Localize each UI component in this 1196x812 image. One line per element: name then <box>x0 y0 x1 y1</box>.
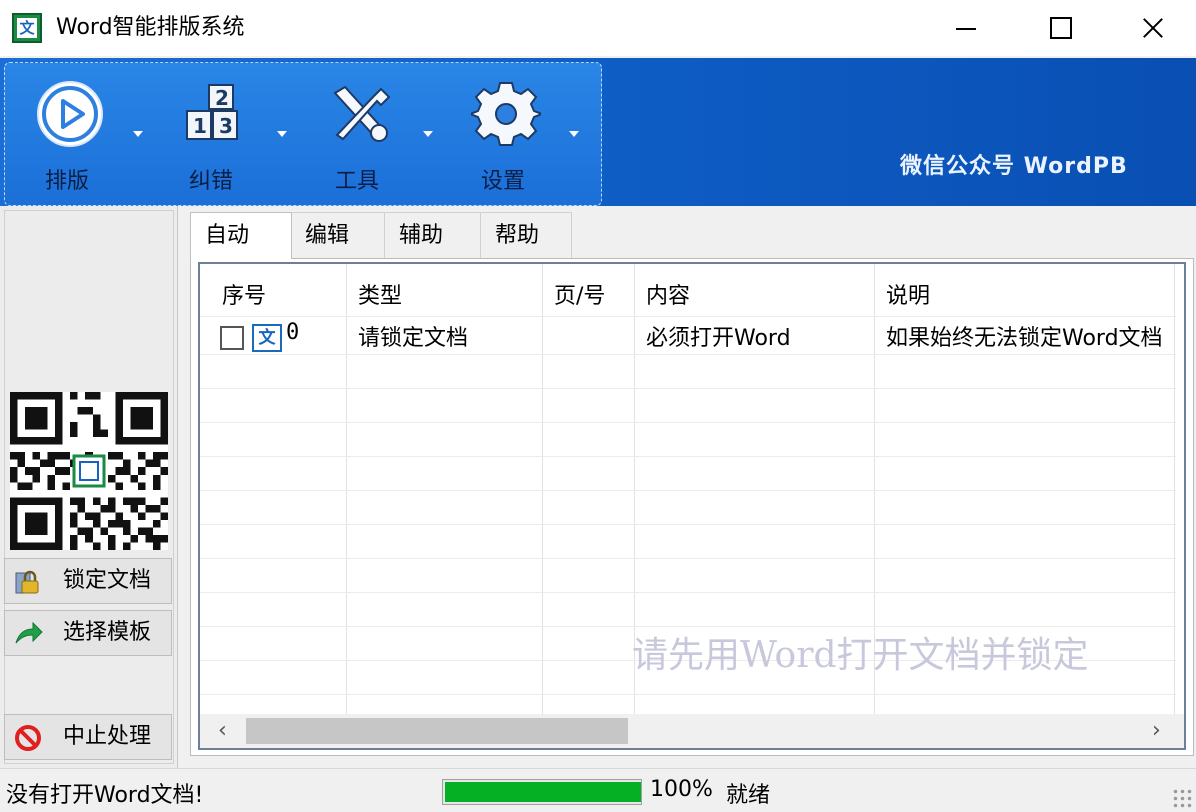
row-divider <box>200 354 1176 355</box>
stop-processing-button[interactable]: 中止处理 <box>4 714 172 760</box>
layout-button-label: 排版 <box>45 169 90 194</box>
settings-button-label: 设置 <box>481 169 526 194</box>
close-button[interactable] <box>1104 0 1196 56</box>
scroll-left-icon[interactable]: ‹ <box>218 720 227 742</box>
column-header-no[interactable]: 序号 <box>222 278 266 310</box>
tab-edit[interactable]: 编辑 <box>290 212 386 258</box>
cell-no: 0 <box>286 320 300 345</box>
maximize-button[interactable] <box>1012 0 1104 56</box>
lock-icon <box>15 570 39 594</box>
column-divider <box>346 264 347 714</box>
stop-icon <box>15 725 41 751</box>
tools-button[interactable]: 工具 <box>295 63 433 207</box>
column-header-type[interactable]: 类型 <box>358 278 402 310</box>
svg-text:2: 2 <box>215 86 229 110</box>
tab-assist[interactable]: 辅助 <box>384 212 482 258</box>
stop-processing-label: 中止处理 <box>63 724 152 749</box>
resize-grip-icon[interactable] <box>1172 788 1192 808</box>
row-divider <box>200 490 1176 491</box>
layout-button[interactable]: 排版 <box>5 63 143 207</box>
svg-text:1: 1 <box>193 114 207 138</box>
results-table[interactable]: 序号 类型 页/号 内容 说明 文 0 请锁定文档 必须打开Word 如果始终无… <box>198 262 1186 750</box>
column-header-page[interactable]: 页/号 <box>554 278 605 310</box>
column-header-content[interactable]: 内容 <box>646 278 690 310</box>
status-message: 没有打开Word文档! <box>6 783 204 808</box>
chevron-down-icon[interactable] <box>133 131 143 137</box>
row-divider <box>200 388 1176 389</box>
proofread-button[interactable]: 2 1 3 纠错 <box>149 63 287 207</box>
scroll-right-icon[interactable]: › <box>1152 720 1161 742</box>
scrollbar-thumb[interactable] <box>246 718 628 744</box>
row-divider <box>200 422 1176 423</box>
horizontal-scrollbar[interactable]: ‹ › <box>200 714 1184 748</box>
title-bar: 文 Word智能排版系统 <box>0 0 1196 56</box>
chevron-down-icon[interactable] <box>423 131 433 137</box>
number-blocks-icon: 2 1 3 <box>186 84 238 140</box>
column-divider <box>542 264 543 714</box>
settings-button[interactable]: 设置 <box>441 63 579 207</box>
cell-type: 请锁定文档 <box>358 326 469 351</box>
row-checkbox[interactable] <box>220 326 244 350</box>
lock-document-button[interactable]: 锁定文档 <box>4 558 172 604</box>
status-state: 就绪 <box>726 783 771 808</box>
window-title: Word智能排版系统 <box>56 15 245 40</box>
status-bar: 没有打开Word文档! 100% 就绪 <box>0 768 1196 812</box>
lock-document-label: 锁定文档 <box>63 568 152 593</box>
chevron-down-icon[interactable] <box>569 131 579 137</box>
tab-bar: 自动 编辑 辅助 帮助 <box>190 212 1190 259</box>
row-divider <box>200 524 1176 525</box>
proofread-button-label: 纠错 <box>189 169 234 194</box>
qr-code-image <box>10 392 168 550</box>
row-divider <box>200 316 1176 317</box>
tools-icon <box>333 85 391 142</box>
gear-icon <box>471 82 541 146</box>
play-icon <box>37 81 103 147</box>
document-icon: 文 <box>252 324 282 352</box>
arrow-forward-icon <box>15 621 43 644</box>
wechat-account-label: 微信公众号 WordPB <box>900 154 1128 179</box>
app-icon-glyph: 文 <box>17 18 37 38</box>
row-divider <box>200 456 1176 457</box>
minimize-button[interactable] <box>920 0 1012 56</box>
tab-help[interactable]: 帮助 <box>480 212 572 258</box>
chevron-down-icon[interactable] <box>277 131 287 137</box>
row-divider <box>200 694 1176 695</box>
progress-bar <box>442 779 642 805</box>
cell-content: 必须打开Word <box>646 326 791 351</box>
ribbon: 排版 2 1 3 纠错 工具 设置 微信公众号 WordPB <box>0 58 1196 206</box>
app-icon: 文 <box>12 13 42 43</box>
progress-percent: 100% <box>650 777 713 802</box>
left-panel: 锁定文档 选择模板 中止处理 <box>0 206 178 768</box>
row-divider <box>200 558 1176 559</box>
progress-fill <box>445 782 641 802</box>
empty-hint-watermark: 请先用Word打开文档并锁定 <box>632 635 1089 676</box>
ribbon-button-group: 排版 2 1 3 纠错 工具 设置 <box>4 62 602 206</box>
column-header-note[interactable]: 说明 <box>886 278 930 310</box>
select-template-button[interactable]: 选择模板 <box>4 610 172 656</box>
select-template-label: 选择模板 <box>63 620 152 645</box>
svg-text:3: 3 <box>219 114 233 138</box>
row-divider <box>200 592 1176 593</box>
column-divider <box>1174 264 1175 714</box>
cell-note: 如果始终无法锁定Word文档 <box>886 326 1163 351</box>
tools-button-label: 工具 <box>335 169 380 194</box>
tab-auto[interactable]: 自动 <box>190 212 292 259</box>
